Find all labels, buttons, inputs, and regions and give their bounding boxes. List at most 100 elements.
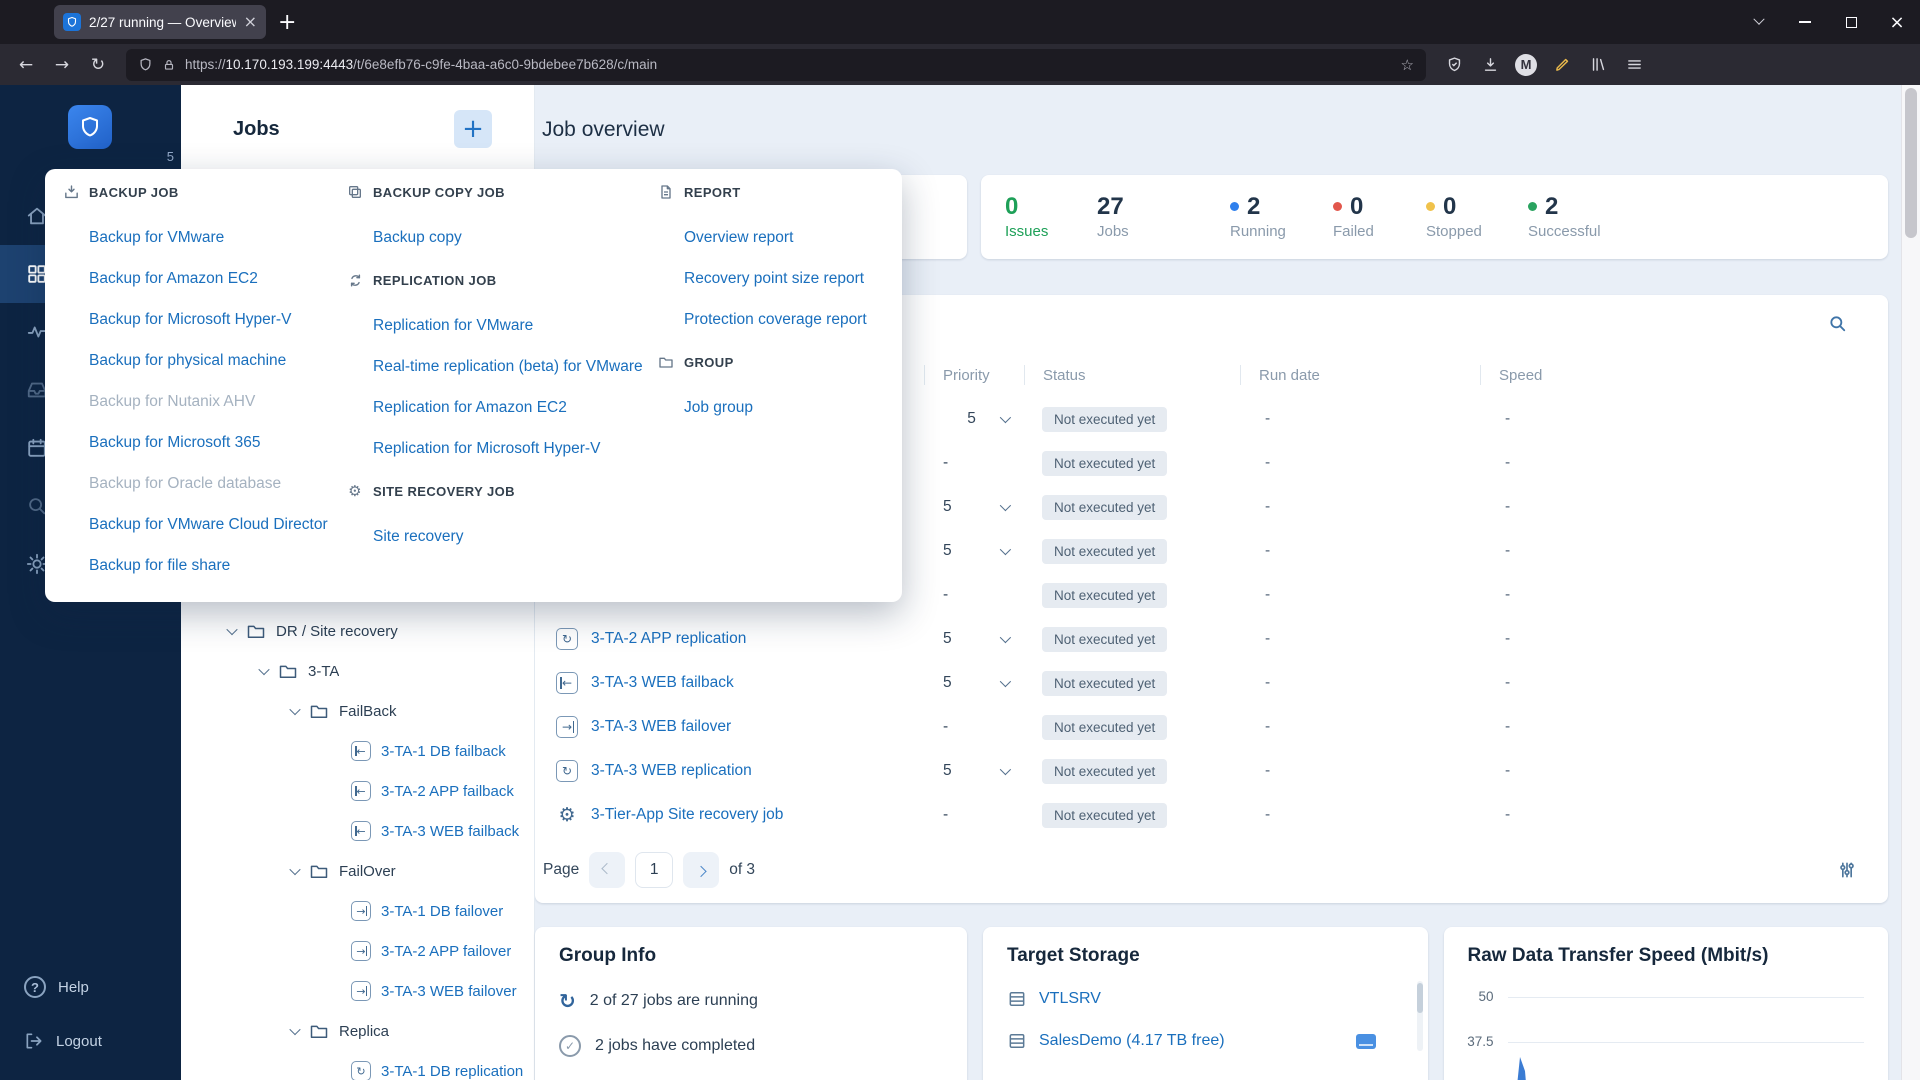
protections-icon[interactable] [1438, 49, 1470, 81]
bookmark-star-icon[interactable]: ☆ [1401, 56, 1414, 74]
scrollbar-thumb[interactable] [1905, 88, 1917, 238]
tree-job-item[interactable]: ← 3-TA-2 APP failback [181, 771, 534, 811]
stat-successful[interactable]: 2 Successful [1528, 195, 1601, 240]
table-settings-sliders-icon[interactable] [1837, 860, 1857, 880]
job-name-link[interactable]: 3-TA-3 WEB failover [591, 718, 731, 736]
account-avatar[interactable]: M [1510, 49, 1542, 81]
window-minimize-button[interactable] [1782, 0, 1828, 44]
menu-item[interactable]: Backup for VMware Cloud Director [62, 504, 344, 545]
table-row[interactable]: → 3-TA-3 WEB failover - Not executed yet… [535, 705, 1888, 749]
menu-item[interactable]: Replication for Amazon EC2 [346, 387, 656, 428]
chevron-down-icon[interactable] [289, 704, 300, 715]
new-tab-button[interactable]: + [278, 10, 296, 35]
chevron-down-icon[interactable] [289, 1024, 300, 1035]
menu-item[interactable]: Site recovery [346, 516, 656, 557]
job-name-link[interactable]: 3-TA-3 WEB failback [591, 674, 734, 692]
chevron-down-icon[interactable] [289, 864, 300, 875]
priority-chevron-icon[interactable] [1000, 632, 1011, 643]
menu-item[interactable]: Overview report [657, 217, 895, 258]
window-close-button[interactable]: × [1874, 0, 1920, 44]
tree-job-item[interactable]: → 3-TA-2 APP failover [181, 931, 534, 971]
menu-item[interactable]: Job group [657, 387, 895, 428]
chevron-down-icon[interactable] [258, 664, 269, 675]
menu-item[interactable]: Backup for Microsoft 365 [62, 422, 344, 463]
current-page-indicator[interactable]: 1 [635, 852, 673, 888]
menu-hamburger-icon[interactable] [1618, 49, 1650, 81]
forward-button[interactable]: → [46, 49, 78, 81]
prev-page-button[interactable] [589, 852, 625, 888]
menu-item[interactable]: Recovery point size report [657, 258, 895, 299]
browser-window: 2/27 running — Overview — N... × + × ← →… [0, 0, 1920, 1080]
tree-job-item[interactable]: ← 3-TA-3 WEB failback [181, 811, 534, 851]
tab-close-icon[interactable]: × [244, 14, 257, 30]
tree-folder[interactable]: FailBack [181, 691, 534, 731]
menu-item[interactable]: Backup for file share [62, 545, 344, 586]
tracking-shield-icon[interactable] [138, 57, 153, 72]
card-scrollbar[interactable] [1417, 981, 1423, 1051]
tree-job-item[interactable]: ↻ 3-TA-1 DB replication [181, 1051, 534, 1080]
app-logo[interactable] [68, 105, 112, 149]
speed-value: - [1480, 806, 1888, 824]
list-tabs-chevron-icon[interactable] [1736, 0, 1782, 44]
storage-name-link[interactable]: VTLSRV [1039, 990, 1101, 1008]
y-axis-tick: 37.5 [1450, 1034, 1494, 1049]
job-name-link[interactable]: 3-TA-2 APP replication [591, 630, 746, 648]
priority-chevron-icon[interactable] [1000, 764, 1011, 775]
stat-running[interactable]: 2 Running [1230, 195, 1333, 240]
table-row[interactable]: ⚙ 3-Tier-App Site recovery job - Not exe… [535, 793, 1888, 837]
window-maximize-button[interactable] [1828, 0, 1874, 44]
browser-tab[interactable]: 2/27 running — Overview — N... × [54, 5, 266, 39]
create-job-button[interactable]: + [454, 110, 492, 148]
tree-job-item[interactable]: → 3-TA-1 DB failover [181, 891, 534, 931]
tree-folder[interactable]: FailOver [181, 851, 534, 891]
tree-job-item[interactable]: → 3-TA-3 WEB failover [181, 971, 534, 1011]
menu-item[interactable]: Replication for VMware [346, 305, 656, 346]
menu-item[interactable]: Backup copy [346, 217, 656, 258]
storage-item[interactable]: VTLSRV [1007, 989, 1404, 1009]
job-name-link[interactable]: 3-TA-3 WEB replication [591, 762, 752, 780]
stat-failed[interactable]: 0 Failed [1333, 195, 1426, 240]
column-header-status[interactable]: Status [1024, 365, 1240, 385]
job-name-link[interactable]: 3-Tier-App Site recovery job [591, 806, 783, 824]
downloads-icon[interactable] [1474, 49, 1506, 81]
logout-button[interactable]: Logout [0, 1020, 181, 1062]
menu-item[interactable]: Replication for Microsoft Hyper-V [346, 428, 656, 469]
stat-jobs[interactable]: 27 Jobs [1097, 195, 1230, 240]
storage-item[interactable]: SalesDemo (4.17 TB free) [1007, 1031, 1404, 1051]
priority-chevron-icon[interactable] [1000, 544, 1011, 555]
priority-chevron-icon[interactable] [1000, 412, 1011, 423]
table-row[interactable]: ← 3-TA-3 WEB failback 5 Not executed yet… [535, 661, 1888, 705]
site-recovery-icon: ⚙ [346, 482, 364, 500]
menu-item[interactable]: Backup for Amazon EC2 [62, 258, 344, 299]
table-search-icon[interactable] [1828, 314, 1848, 334]
storage-name-link[interactable]: SalesDemo (4.17 TB free) [1039, 1032, 1225, 1050]
stat-issues[interactable]: 0 Issues [1005, 195, 1097, 240]
stat-stopped[interactable]: 0 Stopped [1426, 195, 1528, 240]
table-row[interactable]: ↻ 3-TA-2 APP replication 5 Not executed … [535, 617, 1888, 661]
tree-job-item[interactable]: ← 3-TA-1 DB failback [181, 731, 534, 771]
lock-icon[interactable] [162, 58, 176, 72]
menu-item[interactable]: Backup for Microsoft Hyper-V [62, 299, 344, 340]
chevron-down-icon[interactable] [226, 624, 237, 635]
menu-item[interactable]: Backup for VMware [62, 217, 344, 258]
column-header-run-date[interactable]: Run date [1240, 365, 1480, 385]
tree-folder[interactable]: DR / Site recovery [181, 611, 534, 651]
highlighter-icon[interactable] [1546, 49, 1578, 81]
priority-chevron-icon[interactable] [1000, 676, 1011, 687]
library-icon[interactable] [1582, 49, 1614, 81]
menu-item[interactable]: Real-time replication (beta) for VMware [346, 346, 656, 387]
priority-chevron-icon[interactable] [1000, 500, 1011, 511]
tree-folder[interactable]: Replica [181, 1011, 534, 1051]
next-page-button[interactable] [683, 852, 719, 888]
url-bar[interactable]: https://10.170.193.199:4443/t/6e8efb76-c… [126, 49, 1426, 81]
column-header-priority[interactable]: Priority [924, 365, 1024, 385]
tree-folder[interactable]: 3-TA [181, 651, 534, 691]
column-header-speed[interactable]: Speed [1480, 365, 1888, 385]
back-button[interactable]: ← [10, 49, 42, 81]
reload-button[interactable]: ↻ [82, 49, 114, 81]
menu-item[interactable]: Protection coverage report [657, 299, 895, 340]
table-row[interactable]: ↻ 3-TA-3 WEB replication 5 Not executed … [535, 749, 1888, 793]
page-scrollbar[interactable] [1901, 85, 1920, 1080]
menu-item[interactable]: Backup for physical machine [62, 340, 344, 381]
help-button[interactable]: ? Help [0, 966, 181, 1008]
